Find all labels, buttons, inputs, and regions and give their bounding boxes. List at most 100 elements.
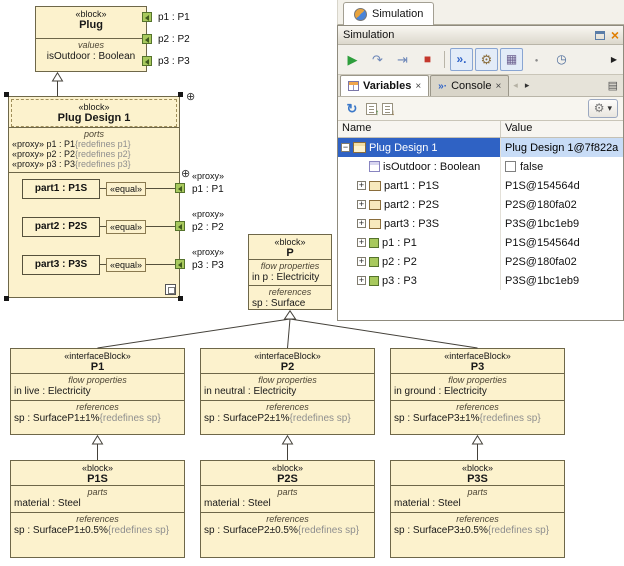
p2s-part-property: material : Steel: [201, 497, 374, 509]
selection-handle[interactable]: [4, 296, 9, 301]
table-row[interactable]: part3 : P3S P3S@1bc1eb9: [338, 214, 623, 233]
row-label: part1 : P1S: [384, 180, 439, 192]
proxy-port-icon[interactable]: [142, 56, 152, 66]
name-cell[interactable]: isOutdoor : Boolean: [338, 157, 501, 176]
p2s-reference: sp : SurfaceP2±0.5%{redefines sp}: [201, 524, 374, 536]
export-variables-icon[interactable]: [366, 103, 377, 115]
collapse-icon[interactable]: [341, 143, 350, 152]
parts-compartment-label: parts: [11, 486, 184, 497]
table-row[interactable]: part2 : P2S P2S@180fa02: [338, 195, 623, 214]
table-row[interactable]: isOutdoor : Boolean false: [338, 157, 623, 176]
refresh-button[interactable]: [343, 100, 361, 118]
part-icon: [369, 219, 381, 229]
name-cell[interactable]: p3 : P3: [338, 271, 501, 290]
simulation-options-button[interactable]: [475, 48, 498, 71]
animation-toggle-button[interactable]: [450, 48, 473, 71]
row-value: Plug Design 1@7f822a: [505, 142, 618, 154]
name-cell[interactable]: Plug Design 1: [338, 138, 501, 157]
expand-icon[interactable]: [357, 219, 366, 228]
row-value: P3S@1bc1eb9: [505, 218, 579, 230]
block-p2[interactable]: «interfaceBlock» P2 flow properties in n…: [200, 348, 375, 435]
toolbar-overflow-button[interactable]: [608, 48, 620, 71]
watch-views-button[interactable]: [500, 48, 523, 71]
proxy-port-icon[interactable]: [142, 12, 152, 22]
part-box-part3[interactable]: part3 : P3S: [22, 255, 100, 275]
add-port-icon[interactable]: ⊕: [181, 169, 190, 180]
p3-flow-property: in ground : Electricity: [391, 385, 564, 397]
simulation-titlebar[interactable]: Simulation ×: [338, 26, 623, 45]
expand-icon[interactable]: [357, 181, 366, 190]
selection-handle[interactable]: [178, 296, 183, 301]
column-header-name[interactable]: Name: [338, 121, 501, 137]
block-plug[interactable]: «block» Plug values isOutdoor : Boolean: [35, 6, 147, 72]
proxy-port-icon[interactable]: [142, 34, 152, 44]
value-cell[interactable]: P3S@1bc1eb9: [501, 214, 623, 233]
value-cell[interactable]: false: [501, 157, 623, 176]
step-into-button[interactable]: [366, 48, 389, 71]
part-box-part2[interactable]: part2 : P2S: [22, 217, 100, 237]
checkbox[interactable]: [505, 161, 516, 172]
plug-design-name: Plug Design 1: [12, 112, 176, 124]
table-options-button[interactable]: [588, 99, 618, 118]
import-variables-icon[interactable]: [382, 103, 393, 115]
tab-console[interactable]: Console ×: [430, 75, 509, 96]
table-row[interactable]: part1 : P1S P1S@154564d: [338, 176, 623, 195]
value-cell[interactable]: P2S@180fa02: [501, 252, 623, 271]
tab-variables[interactable]: Variables ×: [340, 75, 429, 96]
step-over-icon: [397, 53, 408, 67]
row-label: Plug Design 1: [369, 142, 438, 154]
column-header-value[interactable]: Value: [501, 121, 623, 137]
stop-button[interactable]: [416, 48, 439, 71]
table-row[interactable]: Plug Design 1 Plug Design 1@7f822a: [338, 138, 623, 157]
table-row[interactable]: p3 : P3 P3S@1bc1eb9: [338, 271, 623, 290]
expand-icon[interactable]: [357, 276, 366, 285]
name-cell[interactable]: part2 : P2S: [338, 195, 501, 214]
gear-icon: [594, 102, 605, 115]
block-p[interactable]: «block» P flow properties in p : Electri…: [248, 234, 332, 310]
table-row[interactable]: p1 : P1 P1S@154564d: [338, 233, 623, 252]
value-cell[interactable]: Plug Design 1@7f822a: [501, 138, 623, 157]
expand-smart-manipulator-icon[interactable]: ⊕: [186, 92, 195, 103]
proxy-port-icon[interactable]: [175, 183, 185, 193]
block-p3[interactable]: «interfaceBlock» P3 flow properties in g…: [390, 348, 565, 435]
value-cell[interactable]: P2S@180fa02: [501, 195, 623, 214]
block-p1[interactable]: «interfaceBlock» P1 flow properties in l…: [10, 348, 185, 435]
value-cell[interactable]: P1S@154564d: [501, 176, 623, 195]
selection-handle[interactable]: [4, 92, 9, 97]
block-p1s[interactable]: «block» P1S parts material : Steel refer…: [10, 460, 185, 558]
block-p2s[interactable]: «block» P2S parts material : Steel refer…: [200, 460, 375, 558]
references-compartment-label: references: [201, 513, 374, 524]
clock-button[interactable]: [550, 48, 573, 71]
block-p3s[interactable]: «block» P3S parts material : Steel refer…: [390, 460, 565, 558]
dock-tab-simulation[interactable]: Simulation: [343, 2, 434, 25]
value-cell[interactable]: P1S@154564d: [501, 233, 623, 252]
value-cell[interactable]: P3S@1bc1eb9: [501, 271, 623, 290]
references-compartment-label: references: [11, 513, 184, 524]
proxy-port-icon[interactable]: [175, 259, 185, 269]
tab-list-icon[interactable]: [605, 79, 621, 92]
tab-scroll-right-icon[interactable]: ▸: [522, 80, 533, 91]
selection-handle[interactable]: [178, 92, 183, 97]
breakpoint-button[interactable]: [525, 48, 548, 71]
play-button[interactable]: [341, 48, 364, 71]
close-tab-icon[interactable]: ×: [415, 81, 421, 92]
close-icon[interactable]: ×: [611, 29, 619, 41]
close-tab-icon[interactable]: ×: [495, 81, 501, 92]
step-over-button[interactable]: [391, 48, 414, 71]
name-cell[interactable]: p1 : P1: [338, 233, 501, 252]
part-box-part1[interactable]: part1 : P1S: [22, 179, 100, 199]
name-cell[interactable]: part1 : P1S: [338, 176, 501, 195]
name-cell[interactable]: p2 : P2: [338, 252, 501, 271]
tab-scroll-left-icon[interactable]: ◂: [510, 80, 521, 91]
expand-icon[interactable]: [357, 257, 366, 266]
p3-stereotype: «interfaceBlock»: [391, 349, 564, 361]
name-cell[interactable]: part3 : P3S: [338, 214, 501, 233]
table-row[interactable]: p2 : P2 P2S@180fa02: [338, 252, 623, 271]
port-icon: [369, 238, 379, 248]
proxy-port-icon[interactable]: [175, 221, 185, 231]
expand-icon[interactable]: [357, 200, 366, 209]
expand-icon[interactable]: [357, 238, 366, 247]
compartment-manipulator-icon[interactable]: [165, 284, 176, 295]
row-label: p1 : P1: [382, 237, 417, 249]
float-window-icon[interactable]: [595, 31, 605, 40]
